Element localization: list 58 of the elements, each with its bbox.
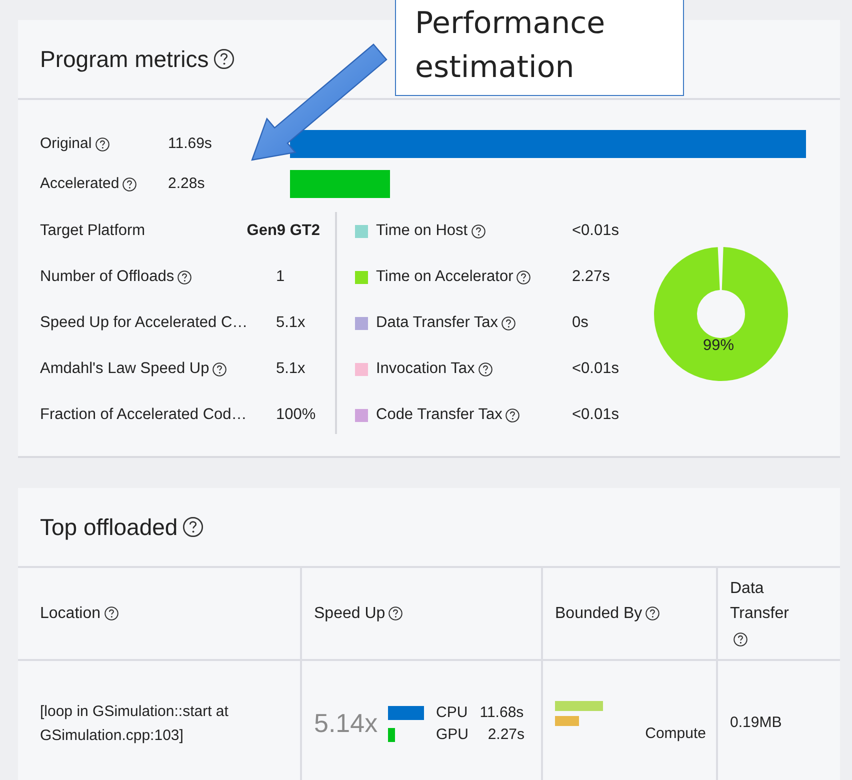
stat-value: 5.1x	[276, 359, 306, 380]
column-header[interactable]: Data Transfer	[730, 576, 810, 626]
help-icon[interactable]	[733, 632, 748, 647]
metric-value: 2.28s	[168, 174, 206, 194]
column-header[interactable]: Bounded By	[555, 602, 642, 626]
legend-label: Data Transfer Tax	[376, 313, 498, 334]
stat-label: Target Platform	[40, 221, 146, 242]
metric-label: Accelerated	[40, 174, 120, 194]
legend-value: <0.01s	[572, 359, 619, 380]
help-icon[interactable]	[104, 606, 118, 621]
bound-bars-drawing	[555, 701, 603, 728]
legend-value: <0.01s	[572, 405, 619, 426]
column-header[interactable]: Speed Up	[314, 602, 386, 626]
help-icon[interactable]	[182, 516, 204, 538]
legend-value: <0.01s	[572, 221, 619, 242]
stat-value: Gen9 GT2	[246, 221, 320, 242]
help-icon[interactable]	[645, 606, 660, 621]
gpu-bar	[388, 728, 395, 742]
legend-value: 0s	[572, 313, 588, 334]
gpu-time: 2.27s	[486, 724, 525, 744]
speedup-value: 5.14x	[314, 707, 379, 740]
column-header[interactable]: Location	[40, 602, 100, 626]
legend-value: 2.27s	[572, 267, 610, 288]
help-icon[interactable]	[212, 48, 235, 70]
stat-label: Number of Offloads	[40, 267, 174, 288]
help-icon[interactable]	[501, 316, 516, 330]
donut-label: 99%	[703, 336, 734, 356]
location-cell-text: [loop in GSimulation::start at GSimulation.cpp:103]	[40, 702, 230, 746]
help-icon[interactable]	[516, 270, 532, 284]
legend-label: Time on Accelerator	[376, 267, 514, 288]
stat-value: 100%	[276, 405, 317, 426]
cpu-bar	[388, 706, 424, 720]
card-title: Program metrics	[40, 44, 209, 74]
card-title: Top offloaded	[40, 512, 178, 542]
callout-text: Performance estimation	[415, 5, 606, 87]
gpu-label: GPU	[436, 724, 469, 744]
help-icon[interactable]	[94, 136, 110, 152]
stat-label: Speed Up for Accelerated C…	[40, 313, 248, 334]
stat-label: Fraction of Accelerated Cod…	[40, 405, 247, 426]
legend-label: Code Transfer Tax	[376, 405, 502, 426]
help-icon[interactable]	[122, 176, 138, 192]
help-icon[interactable]	[177, 270, 192, 284]
legend-label: Invocation Tax	[376, 359, 475, 380]
metric-value: 11.69s	[168, 134, 213, 154]
metric-label: Original	[40, 134, 92, 154]
data-transfer-value: 0.19MB	[730, 713, 782, 734]
bounded-by-value: Compute	[645, 724, 706, 744]
cpu-time: 11.68s	[478, 702, 524, 722]
help-icon[interactable]	[478, 362, 493, 376]
stat-label: Amdahl's Law Speed Up	[40, 359, 210, 380]
stat-value: 5.1x	[276, 313, 306, 334]
help-icon[interactable]	[212, 362, 228, 376]
cpu-label: CPU	[436, 702, 468, 722]
help-icon[interactable]	[470, 224, 486, 238]
help-icon[interactable]	[505, 408, 520, 422]
help-icon[interactable]	[388, 606, 404, 621]
legend-label: Time on Host	[376, 221, 468, 242]
stat-value: 1	[276, 267, 286, 288]
